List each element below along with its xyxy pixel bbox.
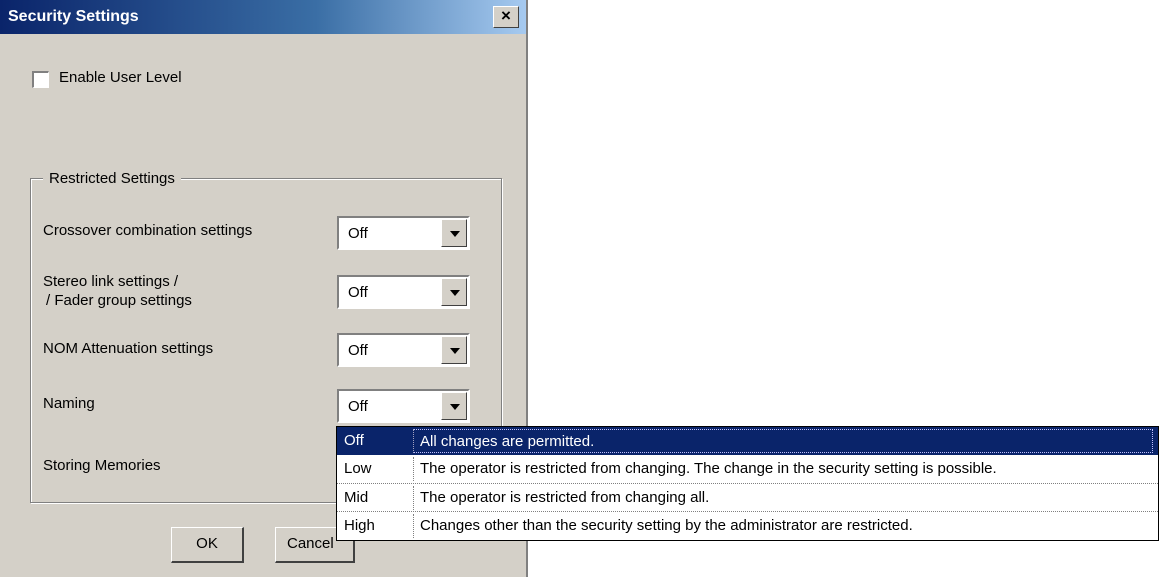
option-description: The operator is restricted from changing… [413, 457, 1153, 481]
option-level: Off [344, 432, 364, 449]
chevron-down-icon[interactable] [441, 219, 467, 247]
dropdown-option-mid[interactable]: Mid The operator is restricted from chan… [337, 484, 1158, 512]
crossover-combination-select[interactable]: Off [337, 216, 470, 250]
fader-group-label-line2: / Fader group settings [46, 292, 192, 309]
option-level: High [344, 517, 375, 534]
window-title: Security Settings [8, 8, 139, 25]
combo-value: Off [348, 284, 368, 301]
combo-value: Off [348, 342, 368, 359]
crossover-combination-label: Crossover combination settings [43, 222, 253, 239]
title-bar[interactable]: Security Settings × [0, 0, 526, 34]
close-icon: × [501, 6, 511, 25]
combo-value: Off [348, 398, 368, 415]
dropdown-option-low[interactable]: Low The operator is restricted from chan… [337, 455, 1158, 483]
nom-attenuation-select[interactable]: Off [337, 333, 470, 367]
stereo-link-select[interactable]: Off [337, 275, 470, 309]
enable-user-level-label[interactable]: Enable User Level [59, 69, 182, 86]
naming-label: Naming [43, 395, 95, 412]
chevron-down-icon[interactable] [441, 278, 467, 306]
security-level-dropdown-list[interactable]: Off All changes are permitted. Low The o… [336, 426, 1159, 541]
close-button[interactable]: × [493, 6, 519, 28]
enable-user-level-checkbox[interactable] [32, 71, 49, 88]
restricted-settings-legend: Restricted Settings [43, 170, 181, 187]
storing-memories-label: Storing Memories [43, 457, 161, 474]
option-description: All changes are permitted. [413, 429, 1153, 453]
option-description: Changes other than the security setting … [413, 514, 1153, 538]
option-level: Mid [344, 489, 369, 506]
stereo-link-label-line1: Stereo link settings / [43, 273, 179, 290]
dropdown-option-high[interactable]: High Changes other than the security set… [337, 512, 1158, 540]
chevron-down-icon[interactable] [441, 336, 467, 364]
nom-attenuation-label: NOM Attenuation settings [43, 340, 214, 357]
option-description: The operator is restricted from changing… [413, 486, 1153, 510]
combo-value: Off [348, 225, 368, 242]
option-level: Low [344, 460, 372, 477]
dropdown-option-off[interactable]: Off All changes are permitted. [337, 427, 1158, 455]
naming-select[interactable]: Off [337, 389, 470, 423]
ok-button[interactable]: OK [171, 527, 244, 563]
chevron-down-icon[interactable] [441, 392, 467, 420]
